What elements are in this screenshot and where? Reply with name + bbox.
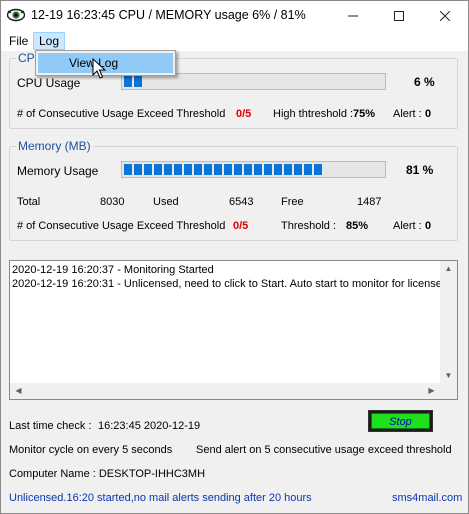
computer-name-text: Computer Name : DESKTOP-IHHC3MH xyxy=(9,468,206,480)
menu-file[interactable]: File xyxy=(4,32,33,50)
memory-usage-bar-fill xyxy=(124,164,324,175)
last-check-value: 16:23:45 2020-12-19 xyxy=(98,420,201,432)
license-notice: Unlicensed.16:20 started,no mail alerts … xyxy=(9,492,312,504)
last-check-label: Last time check : xyxy=(9,420,92,432)
memory-consecutive-label: # of Consecutive Usage Exceed Threshold xyxy=(17,220,226,232)
cpu-alert-label: Alert : xyxy=(393,108,422,120)
monitor-cycle-text: Monitor cycle on every 5 seconds xyxy=(9,444,173,456)
memory-usage-label: Memory Usage xyxy=(17,164,99,178)
cpu-usage-percent: 6 % xyxy=(414,75,435,89)
menu-bar: File Log xyxy=(1,31,468,51)
memory-free-value: 1487 xyxy=(357,196,382,208)
cpu-consecutive-label: # of Consecutive Usage Exceed Threshold xyxy=(17,108,226,120)
cpu-alert-value: 0 xyxy=(425,108,432,120)
scroll-down-icon[interactable]: ▼ xyxy=(440,368,457,384)
log-line: 2020-12-19 16:20:37 - Monitoring Started xyxy=(12,264,214,276)
close-icon xyxy=(440,11,450,21)
scroll-right-icon[interactable]: ▶ xyxy=(423,383,440,399)
memory-threshold-value: 85% xyxy=(346,220,369,232)
minimize-button[interactable] xyxy=(330,1,376,31)
memory-free-label: Free xyxy=(281,196,304,208)
memory-used-label: Used xyxy=(153,196,179,208)
cpu-usage-bar-fill xyxy=(124,76,144,87)
memory-total-value: 8030 xyxy=(100,196,125,208)
memory-consecutive-value: 0/5 xyxy=(233,220,249,232)
memory-usage-bar xyxy=(121,161,386,178)
stop-button-label: Stop xyxy=(371,413,430,429)
memory-alert-label: Alert : xyxy=(393,220,422,232)
menu-log[interactable]: Log xyxy=(33,32,66,50)
mouse-cursor-icon xyxy=(92,58,106,79)
memory-usage-percent: 81 % xyxy=(406,163,434,177)
app-window: 12-19 16:23:45 CPU / MEMORY usage 6% / 8… xyxy=(0,0,469,514)
maximize-icon xyxy=(394,11,404,21)
scroll-left-icon[interactable]: ◀ xyxy=(10,383,27,399)
memory-alert-value: 0 xyxy=(425,220,432,232)
memory-total-label: Total xyxy=(17,196,41,208)
window-title: 12-19 16:23:45 CPU / MEMORY usage 6% / 8… xyxy=(31,8,306,22)
memory-group-legend: Memory (MB) xyxy=(16,139,93,153)
cpu-group-legend: CP xyxy=(16,51,37,65)
log-textbox[interactable]: 2020-12-19 16:20:37 - Monitoring Started… xyxy=(9,260,458,400)
send-alert-text: Send alert on 5 consecutive usage exceed… xyxy=(196,444,452,456)
memory-threshold-label: Threshold : xyxy=(281,220,337,232)
minimize-icon xyxy=(348,15,358,17)
eye-icon xyxy=(7,8,25,22)
cpu-threshold-label: High thtreshold : xyxy=(273,108,354,120)
close-button[interactable] xyxy=(422,1,468,31)
memory-used-value: 6543 xyxy=(229,196,254,208)
log-horizontal-scrollbar[interactable]: ◀ ▶ xyxy=(10,383,457,399)
log-line: 2020-12-19 16:20:31 - Unlicensed, need t… xyxy=(12,278,442,290)
cpu-threshold-value: 75% xyxy=(353,108,376,120)
title-bar: 12-19 16:23:45 CPU / MEMORY usage 6% / 8… xyxy=(1,1,468,31)
scroll-up-icon[interactable]: ▲ xyxy=(440,261,457,277)
website-link[interactable]: sms4mail.com xyxy=(392,492,462,504)
cpu-usage-label: CPU Usage xyxy=(17,76,81,90)
log-vertical-scrollbar[interactable]: ▲ ▼ xyxy=(440,261,457,384)
stop-button[interactable]: Stop xyxy=(368,410,433,432)
cpu-consecutive-value: 0/5 xyxy=(236,108,252,120)
maximize-button[interactable] xyxy=(376,1,422,31)
